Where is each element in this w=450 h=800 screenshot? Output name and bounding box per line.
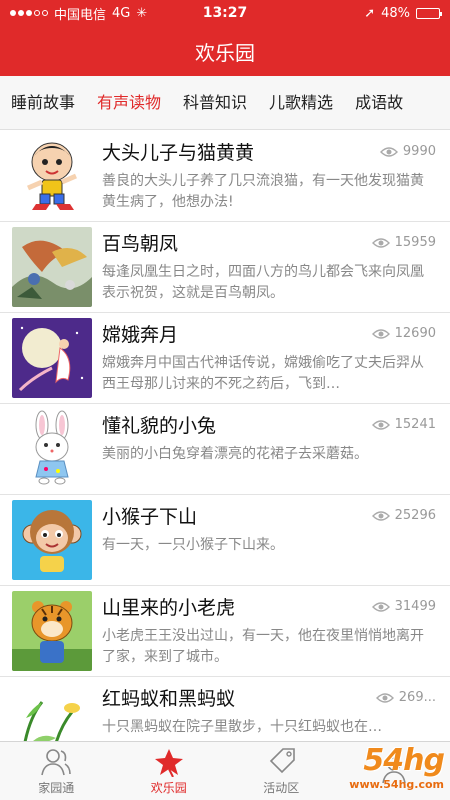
nav-home-school[interactable]: 家园通: [11, 747, 101, 796]
view-count-value: 269...: [398, 690, 436, 705]
nav-fun-park[interactable]: 欢乐园: [124, 747, 214, 796]
tab-bedtime-stories[interactable]: 睡前故事: [0, 76, 86, 129]
category-tabs: 睡前故事 有声读物 科普知识 儿歌精选 成语故: [0, 76, 450, 130]
tab-audiobooks[interactable]: 有声读物: [86, 76, 172, 129]
list-item[interactable]: 大头儿子与猫黄黄 9990 善良的大头儿子养了几只流浪猫，有一天他发现猫黄黄生病…: [0, 131, 450, 222]
tag-icon: [270, 747, 296, 773]
story-description: 十只黑蚂蚁在院子里散步，十只红蚂蚁也在…: [102, 719, 382, 735]
story-description: 小老虎王王没出过山，有一天，他在夜里悄悄地离开了家，来到了城市。: [102, 628, 424, 665]
eye-icon: [375, 692, 394, 703]
view-count: 15959: [371, 235, 436, 250]
story-description: 善良的大头儿子养了几只流浪猫，有一天他发现猫黄黄生病了，他想办法!: [102, 173, 424, 210]
story-title: 懂礼貌的小兔: [102, 415, 217, 437]
story-title: 大头儿子与猫黄黄: [102, 142, 255, 164]
view-count-value: 15959: [394, 235, 436, 250]
eye-icon: [379, 146, 398, 157]
view-count: 9990: [379, 144, 436, 159]
story-title: 嫦娥奔月: [102, 324, 179, 346]
carrier-label: 中国电信: [54, 7, 107, 23]
eye-icon: [371, 510, 390, 521]
phoenix-painting-thumbnail: [12, 227, 92, 307]
nav-label: 欢乐园: [150, 780, 187, 795]
story-title: 百鸟朝凤: [102, 233, 179, 255]
tab-idiom-stories[interactable]: 成语故: [344, 76, 414, 129]
people-icon: [41, 748, 72, 775]
network-label: 4G: [112, 5, 131, 21]
moon-fairy-thumbnail: [12, 318, 92, 398]
page-title: 欢乐园: [195, 40, 255, 65]
status-bar: 中国电信 4G ✳ 13:27 ➚ 48%: [0, 0, 450, 26]
eye-icon: [371, 601, 390, 612]
signal-icon: [10, 10, 48, 16]
site-watermark: 54hg www.54hg.com: [314, 736, 445, 798]
nav-activity-zone[interactable]: 活动区: [236, 747, 326, 796]
list-item[interactable]: 百鸟朝凤 15959 每逢凤凰生日之时，四面八方的鸟儿都会飞来向凤凰表示祝贺，这…: [0, 222, 450, 313]
star-icon: [154, 748, 183, 777]
story-description: 有一天，一只小猴子下山来。: [102, 537, 284, 553]
nav-label: 家园通: [38, 780, 75, 795]
eye-icon: [371, 419, 390, 430]
story-description: 每逢凤凰生日之时，四面八方的鸟儿都会飞来向凤凰表示祝贺，这就是百鸟朝凤。: [102, 264, 424, 301]
story-list: 大头儿子与猫黄黄 9990 善良的大头儿子养了几只流浪猫，有一天他发现猫黄黄生病…: [0, 131, 450, 741]
view-count: 12690: [371, 326, 436, 341]
story-title: 红蚂蚁和黑蚂蚁: [102, 688, 236, 710]
story-title: 山里来的小老虎: [102, 597, 236, 619]
list-item[interactable]: 嫦娥奔月 12690 嫦娥奔月中国古代神话传说，嫦娥偷吃了丈夫后羿从西王母那儿讨…: [0, 313, 450, 404]
monkey-thumbnail: [12, 500, 92, 580]
story-title: 小猴子下山: [102, 506, 198, 528]
view-count-value: 9990: [402, 144, 436, 159]
tab-science[interactable]: 科普知识: [172, 76, 258, 129]
page-header: 欢乐园: [0, 26, 450, 76]
view-count-value: 15241: [394, 417, 436, 432]
eye-icon: [371, 237, 390, 248]
list-item[interactable]: 红蚂蚁和黑蚂蚁 269... 十只黑蚂蚁在院子里散步，十只红蚂蚁也在…: [0, 677, 450, 741]
boy-running-thumbnail: [12, 136, 92, 216]
eye-icon: [371, 328, 390, 339]
list-item[interactable]: 懂礼貌的小兔 15241 美丽的小白兔穿着漂亮的花裙子去采蘑菇。: [0, 404, 450, 495]
watermark-url: www.54hg.com: [349, 778, 444, 791]
list-item[interactable]: 山里来的小老虎 31499 小老虎王王没出过山，有一天，他在夜里悄悄地离开了家，…: [0, 586, 450, 677]
view-count-value: 12690: [394, 326, 436, 341]
loading-icon: ✳: [136, 5, 148, 21]
view-count: 15241: [371, 417, 436, 432]
status-time: 13:27: [202, 5, 248, 21]
ants-plants-thumbnail: [12, 682, 92, 741]
view-count: 31499: [371, 599, 436, 614]
tab-nursery-rhymes[interactable]: 儿歌精选: [258, 76, 344, 129]
view-count-value: 25296: [394, 508, 436, 523]
nav-label: 活动区: [263, 780, 300, 795]
story-description: 美丽的小白兔穿着漂亮的花裙子去采蘑菇。: [102, 446, 368, 462]
story-description: 嫦娥奔月中国古代神话传说，嫦娥偷吃了丈夫后羿从西王母那儿讨来的不死之药后，飞到…: [102, 355, 424, 392]
tiger-thumbnail: [12, 591, 92, 671]
watermark-logo: 54hg: [363, 743, 445, 778]
battery-icon: [416, 7, 442, 19]
rabbit-thumbnail: [12, 409, 92, 489]
view-count: 269...: [375, 690, 436, 705]
list-item[interactable]: 小猴子下山 25296 有一天，一只小猴子下山来。: [0, 495, 450, 586]
location-icon: ➚: [364, 5, 376, 21]
battery-percent: 48%: [381, 5, 410, 21]
view-count-value: 31499: [394, 599, 436, 614]
view-count: 25296: [371, 508, 436, 523]
